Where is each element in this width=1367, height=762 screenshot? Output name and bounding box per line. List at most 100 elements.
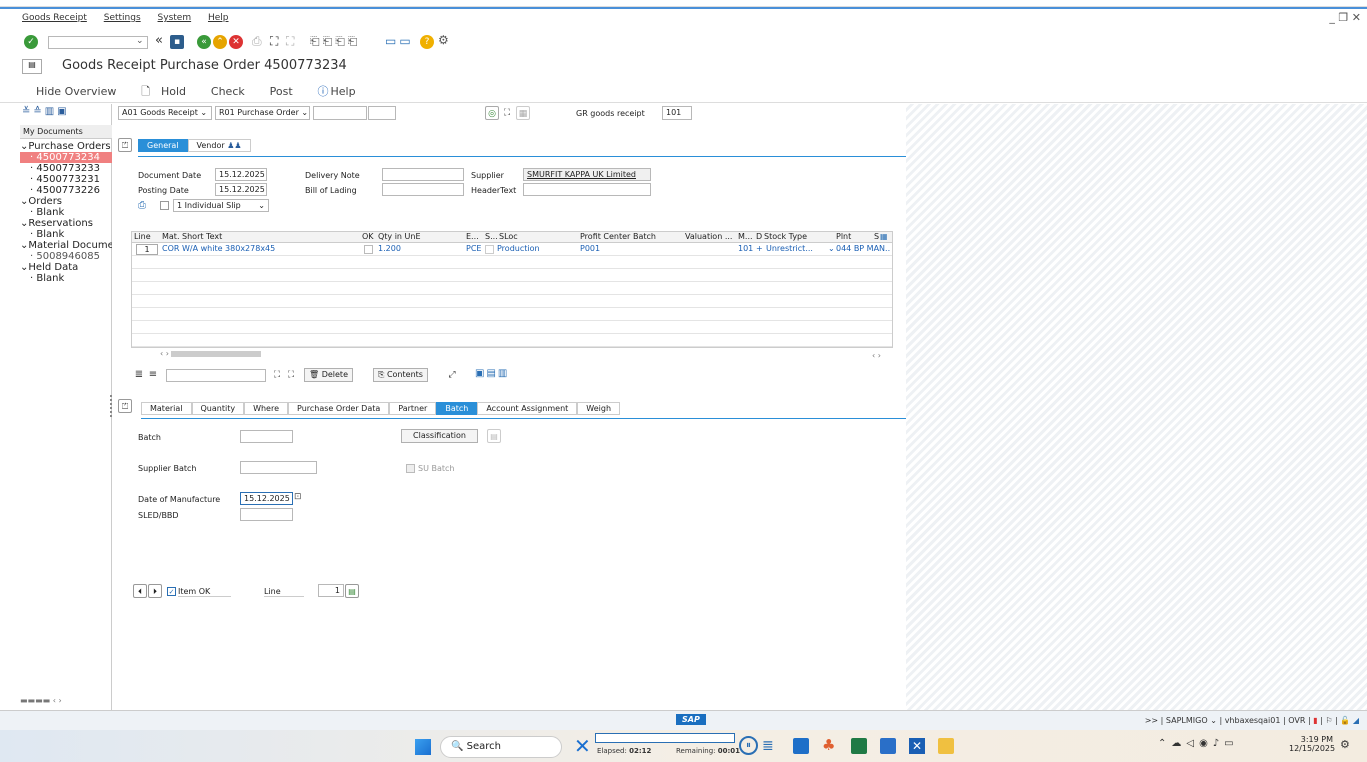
tree-purchase-orders[interactable]: ⌄Purchase Orders	[20, 141, 112, 152]
windows-start-icon[interactable]	[415, 739, 431, 755]
item-ok-checkbox[interactable]: ✓	[167, 587, 176, 596]
cancel-icon[interactable]: ✕	[229, 35, 243, 49]
system-tray-icons[interactable]: ⌃☁◁◉♪▭	[1158, 738, 1239, 749]
grid-search-field[interactable]	[166, 369, 266, 382]
col-sloc[interactable]: SLoc	[499, 232, 518, 241]
sidebar-toolbar-icons[interactable]: ≚≙▥▣	[22, 106, 70, 117]
supplier-field[interactable]: SMURFIT KAPPA UK Limited	[523, 168, 651, 181]
delete-button[interactable]: 🗑 Delete	[304, 368, 353, 382]
row-profit-center[interactable]: P001	[580, 244, 600, 253]
print-checkbox[interactable]	[160, 201, 169, 210]
check-button[interactable]: Check	[211, 85, 245, 98]
find-icon[interactable]: ⛶	[270, 34, 278, 49]
movement-type-field[interactable]: 101	[662, 106, 692, 120]
pause-icon[interactable]: ⏸	[739, 736, 758, 755]
system-info[interactable]: >> | SAPLMIGO ⌄ | vhbaxesqai01 | OVR | ▮…	[1145, 716, 1359, 725]
collapse-detail-icon[interactable]: ⏍	[118, 399, 132, 413]
col-d[interactable]: D	[756, 232, 762, 241]
col-valuation[interactable]: Valuation ...	[685, 232, 732, 241]
tree-po-item[interactable]: · 4500773233	[20, 163, 112, 174]
tab-material[interactable]: Material	[141, 402, 192, 415]
col-movement[interactable]: M...	[738, 232, 753, 241]
reference-item-field[interactable]	[368, 106, 396, 120]
save-icon[interactable]: ▪	[170, 35, 184, 49]
col-e[interactable]: E...	[466, 232, 479, 241]
row-qty[interactable]: 1.200	[378, 244, 401, 253]
tree-po-item[interactable]: · 4500773234	[20, 152, 112, 163]
tree-orders[interactable]: ⌄Orders	[20, 196, 112, 207]
tab-weigh[interactable]: Weigh	[577, 402, 621, 415]
new-document-icon[interactable]: 🗋	[141, 83, 150, 102]
clock[interactable]: 3:19 PM 12/15/2025	[1289, 735, 1335, 753]
print-icon[interactable]: ⎙	[252, 34, 262, 49]
tab-purchase-order-data[interactable]: Purchase Order Data	[288, 402, 390, 415]
tree-material-doc-item[interactable]: · 5008946085	[20, 251, 112, 262]
date-of-manufacture-field[interactable]: 15.12.2025	[240, 492, 293, 505]
grid-horizontal-scrollbar[interactable]: ‹ ›	[160, 349, 893, 359]
menu-help[interactable]: Help	[208, 13, 229, 23]
bill-of-lading-field[interactable]	[382, 183, 464, 196]
line-field[interactable]: 1	[318, 584, 344, 597]
row-s-checkbox[interactable]	[485, 245, 494, 254]
notepad-app-icon[interactable]: ≣	[762, 738, 774, 754]
tab-account-assignment[interactable]: Account Assignment	[477, 402, 578, 415]
classification-button[interactable]: Classification	[401, 429, 478, 443]
row-sloc[interactable]: Production	[497, 244, 540, 253]
tree-material-documents[interactable]: ⌄Material Docume	[20, 240, 112, 251]
deselect-all-icon[interactable]: ≡	[146, 368, 160, 382]
execute-icon[interactable]: ◎	[485, 106, 499, 120]
col-ok[interactable]: OK	[362, 232, 374, 241]
menu-settings[interactable]: Settings	[104, 13, 141, 23]
tree-orders-blank[interactable]: · Blank	[20, 207, 112, 218]
menu-system[interactable]: System	[158, 13, 192, 23]
command-dropdown-icon[interactable]: ⌄	[136, 36, 144, 46]
sled-field[interactable]	[240, 508, 293, 521]
command-field[interactable]	[48, 36, 148, 49]
sap-logon-icon[interactable]: ✕	[909, 738, 925, 754]
col-line[interactable]: Line	[134, 232, 151, 241]
tab-general[interactable]: General	[138, 139, 188, 152]
tab-batch[interactable]: Batch	[436, 402, 478, 415]
contents-button[interactable]: ⎘ Contents	[373, 368, 428, 382]
taskbar-search[interactable]: 🔍 Search	[440, 736, 562, 758]
col-mat-short-text[interactable]: Mat. Short Text	[162, 232, 222, 241]
action-select[interactable]: A01 Goods Receipt ⌄	[118, 106, 212, 120]
excel-app-icon[interactable]	[851, 738, 867, 754]
batch-field[interactable]	[240, 430, 293, 443]
settings-icon[interactable]: ⚙	[438, 33, 449, 47]
col-qty[interactable]: Qty in UnE	[378, 232, 421, 241]
exit-icon[interactable]: ⌃	[213, 35, 227, 49]
page-nav-icons[interactable]: ⎗⎗⎗⎗	[310, 34, 360, 49]
supplier-batch-field[interactable]	[240, 461, 317, 474]
col-batch[interactable]: Batch	[633, 232, 656, 241]
grid-scroll-right[interactable]: ‹ ›	[872, 351, 881, 360]
tree-held-data[interactable]: ⌄Held Data	[20, 262, 112, 273]
layout-menu-icon[interactable]: ▤	[22, 59, 42, 74]
tab-where[interactable]: Where	[244, 402, 289, 415]
help-icon[interactable]: ?	[420, 35, 434, 49]
notification-icon[interactable]: ⚙	[1340, 738, 1350, 751]
grid-extra-icons[interactable]: ▣▤▥	[475, 368, 509, 379]
col-stock-type[interactable]: Stock Type	[764, 232, 807, 241]
calendar-icon[interactable]: ⊡	[294, 492, 302, 502]
document-date-field[interactable]: 15.12.2025	[215, 168, 267, 181]
help-button[interactable]: Help	[331, 85, 356, 98]
teams-app-icon[interactable]: ♣	[822, 736, 835, 754]
tree-po-item[interactable]: · 4500773226	[20, 185, 112, 196]
column-settings-icon[interactable]: ▦	[880, 232, 888, 241]
slip-select[interactable]: 1 Individual Slip ⌄	[173, 199, 269, 212]
recorder-app-icon[interactable]: ✕	[574, 734, 591, 758]
stock-type-dropdown-icon[interactable]: ⌄	[828, 244, 835, 253]
reference-number-field[interactable]	[313, 106, 367, 120]
help-doc-icon[interactable]: ⓘ	[318, 83, 329, 99]
tab-vendor[interactable]: Vendor ♟♟	[187, 139, 251, 152]
history-back-icon[interactable]: «	[155, 33, 163, 48]
tree-po-item[interactable]: · 4500773231	[20, 174, 112, 185]
enter-icon[interactable]: ✓	[24, 35, 38, 49]
reference-select[interactable]: R01 Purchase Order ⌄	[215, 106, 310, 120]
su-batch-checkbox[interactable]	[406, 464, 415, 473]
previous-item-icon[interactable]: ⏴	[133, 584, 147, 598]
line-select-icon[interactable]: ▤	[345, 584, 359, 598]
sidebar-scrollbar[interactable]: ▬▬▬▬ ‹ ›	[20, 696, 110, 705]
chart-app-icon[interactable]	[880, 738, 896, 754]
